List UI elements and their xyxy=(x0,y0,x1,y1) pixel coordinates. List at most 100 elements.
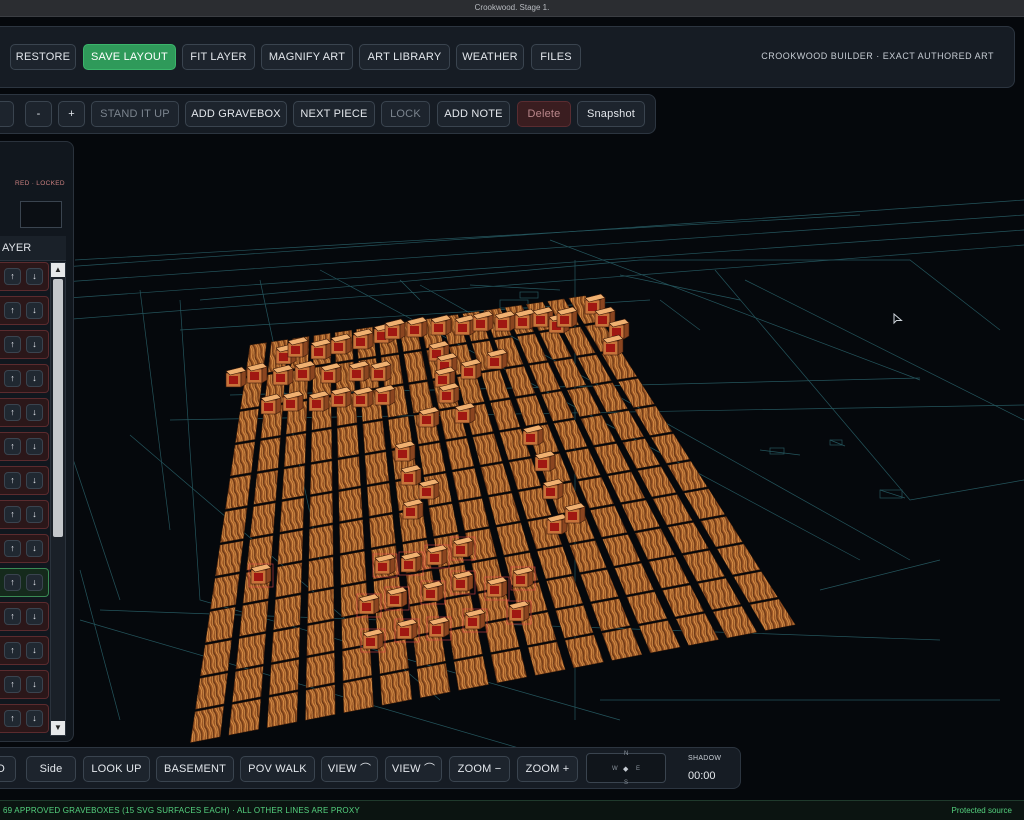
move-down-arrow-icon[interactable]: ↓ xyxy=(26,336,43,353)
move-up-arrow-icon[interactable]: ↑ xyxy=(4,336,21,353)
move-up-arrow-icon[interactable]: ↑ xyxy=(4,472,21,489)
main-toolbar: RESTORE SAVE LAYOUT FIT LAYER MAGNIFY AR… xyxy=(0,26,1015,88)
gravebox xyxy=(348,360,370,382)
move-down-arrow-icon[interactable]: ↓ xyxy=(26,472,43,489)
gravebox xyxy=(308,390,330,412)
color-swatch[interactable] xyxy=(20,201,62,228)
layer-row[interactable]: ↑ ↓ xyxy=(0,432,49,461)
gravebox xyxy=(272,364,294,386)
layer-header-label: AYER xyxy=(2,242,32,254)
art-library-button[interactable]: ART LIBRARY xyxy=(359,44,450,70)
compass-center-icon: ◆ xyxy=(623,766,629,773)
view-rotate-left-button[interactable]: VIEW ⌒ xyxy=(321,756,378,782)
gravebox xyxy=(330,386,352,408)
layer-row[interactable]: ↑ ↓ xyxy=(0,568,49,597)
look-up-button[interactable]: LOOK UP xyxy=(83,756,150,782)
gravebox xyxy=(330,333,352,355)
gravebox xyxy=(352,328,374,350)
move-down-arrow-icon[interactable]: ↓ xyxy=(26,710,43,727)
move-up-arrow-icon[interactable]: ↑ xyxy=(4,370,21,387)
gravebox xyxy=(522,424,544,446)
move-up-arrow-icon[interactable]: ↑ xyxy=(4,438,21,455)
layer-scrollbar[interactable]: ▲ ▼ xyxy=(50,262,66,736)
move-down-arrow-icon[interactable]: ↓ xyxy=(26,676,43,693)
gravebox xyxy=(418,406,440,428)
edit-toolbar: - + STAND IT UP ADD GRAVEBOX NEXT PIECE … xyxy=(0,94,656,134)
add-gravebox-button[interactable]: ADD GRAVEBOX xyxy=(185,101,287,127)
move-down-arrow-icon[interactable]: ↓ xyxy=(26,506,43,523)
layer-row[interactable]: ↑ ↓ xyxy=(0,398,49,427)
move-up-arrow-icon[interactable]: ↑ xyxy=(4,710,21,727)
move-up-arrow-icon[interactable]: ↑ xyxy=(4,540,21,557)
layer-row[interactable]: ↑ ↓ xyxy=(0,466,49,495)
layer-row[interactable]: ↑ ↓ xyxy=(0,364,49,393)
move-down-arrow-icon[interactable]: ↓ xyxy=(26,540,43,557)
move-down-arrow-icon[interactable]: ↓ xyxy=(26,404,43,421)
move-down-arrow-icon[interactable]: ↓ xyxy=(26,268,43,285)
fit-layer-button[interactable]: FIT LAYER xyxy=(182,44,255,70)
save-layout-button[interactable]: SAVE LAYOUT xyxy=(83,44,176,70)
move-up-arrow-icon[interactable]: ↑ xyxy=(4,268,21,285)
mouse-cursor-icon xyxy=(893,313,903,325)
move-down-arrow-icon[interactable]: ↓ xyxy=(26,608,43,625)
layer-row[interactable]: ↑ ↓ xyxy=(0,296,49,325)
move-down-arrow-icon[interactable]: ↓ xyxy=(26,574,43,591)
delete-button[interactable]: Delete xyxy=(517,101,571,127)
gravebox xyxy=(462,608,488,633)
move-down-arrow-icon[interactable]: ↓ xyxy=(26,302,43,319)
view-2d-button[interactable]: D xyxy=(0,756,16,782)
stand-it-up-button[interactable]: STAND IT UP xyxy=(91,101,179,127)
gravebox xyxy=(370,360,392,382)
shadow-time[interactable]: 00:00 xyxy=(688,770,716,782)
zoom-out-button[interactable]: ZOOM − xyxy=(449,756,510,782)
layer-row[interactable]: ↑ ↓ xyxy=(0,602,49,631)
decrease-button[interactable]: - xyxy=(25,101,52,127)
compass-widget[interactable]: N W ◆ E S xyxy=(586,751,666,786)
move-up-arrow-icon[interactable]: ↑ xyxy=(4,506,21,523)
gravebox xyxy=(460,358,482,380)
edit-prev-button[interactable] xyxy=(0,101,14,127)
scroll-thumb[interactable] xyxy=(53,279,63,537)
move-up-arrow-icon[interactable]: ↑ xyxy=(4,302,21,319)
gravebox xyxy=(602,334,624,356)
view-rotate-right-button[interactable]: VIEW ⌒ xyxy=(385,756,442,782)
lock-button[interactable]: LOCK xyxy=(381,101,430,127)
layer-row[interactable]: ↑ ↓ xyxy=(0,704,49,733)
layer-row[interactable]: ↑ ↓ xyxy=(0,636,49,665)
weather-button[interactable]: WEATHER xyxy=(456,44,524,70)
move-up-arrow-icon[interactable]: ↑ xyxy=(4,404,21,421)
basement-button[interactable]: BASEMENT xyxy=(156,756,234,782)
move-down-arrow-icon[interactable]: ↓ xyxy=(26,370,43,387)
move-up-arrow-icon[interactable]: ↑ xyxy=(4,574,21,591)
restore-button[interactable]: RESTORE xyxy=(10,44,76,70)
layer-row[interactable]: ↑ ↓ xyxy=(0,500,49,529)
next-piece-button[interactable]: NEXT PIECE xyxy=(293,101,375,127)
layer-row[interactable]: ↑ ↓ xyxy=(0,534,49,563)
layer-row[interactable]: ↑ ↓ xyxy=(0,262,49,291)
files-button[interactable]: FILES xyxy=(531,44,581,70)
move-up-arrow-icon[interactable]: ↑ xyxy=(4,642,21,659)
gravebox xyxy=(472,310,494,332)
scroll-down-arrow-icon[interactable]: ▼ xyxy=(51,721,65,735)
magnify-art-button[interactable]: MAGNIFY ART xyxy=(261,44,353,70)
move-up-arrow-icon[interactable]: ↑ xyxy=(4,676,21,693)
move-up-arrow-icon[interactable]: ↑ xyxy=(4,608,21,625)
gravebox xyxy=(426,616,452,641)
scroll-up-arrow-icon[interactable]: ▲ xyxy=(51,263,65,277)
move-down-arrow-icon[interactable]: ↓ xyxy=(26,438,43,455)
gravebox xyxy=(546,513,568,535)
snapshot-button[interactable]: Snapshot xyxy=(577,101,645,127)
layer-row[interactable]: ↑ ↓ xyxy=(0,330,49,359)
move-down-arrow-icon[interactable]: ↓ xyxy=(26,642,43,659)
gravebox xyxy=(374,384,396,406)
layer-row[interactable]: ↑ ↓ xyxy=(0,670,49,699)
gravebox xyxy=(400,464,422,486)
gravebox xyxy=(534,450,556,472)
side-view-button[interactable]: Side xyxy=(26,756,76,782)
pov-walk-button[interactable]: POV WALK xyxy=(240,756,315,782)
increase-button[interactable]: + xyxy=(58,101,85,127)
gravebox xyxy=(556,306,578,328)
gravebox xyxy=(246,362,268,384)
zoom-in-button[interactable]: ZOOM + xyxy=(517,756,578,782)
add-note-button[interactable]: ADD NOTE xyxy=(437,101,510,127)
